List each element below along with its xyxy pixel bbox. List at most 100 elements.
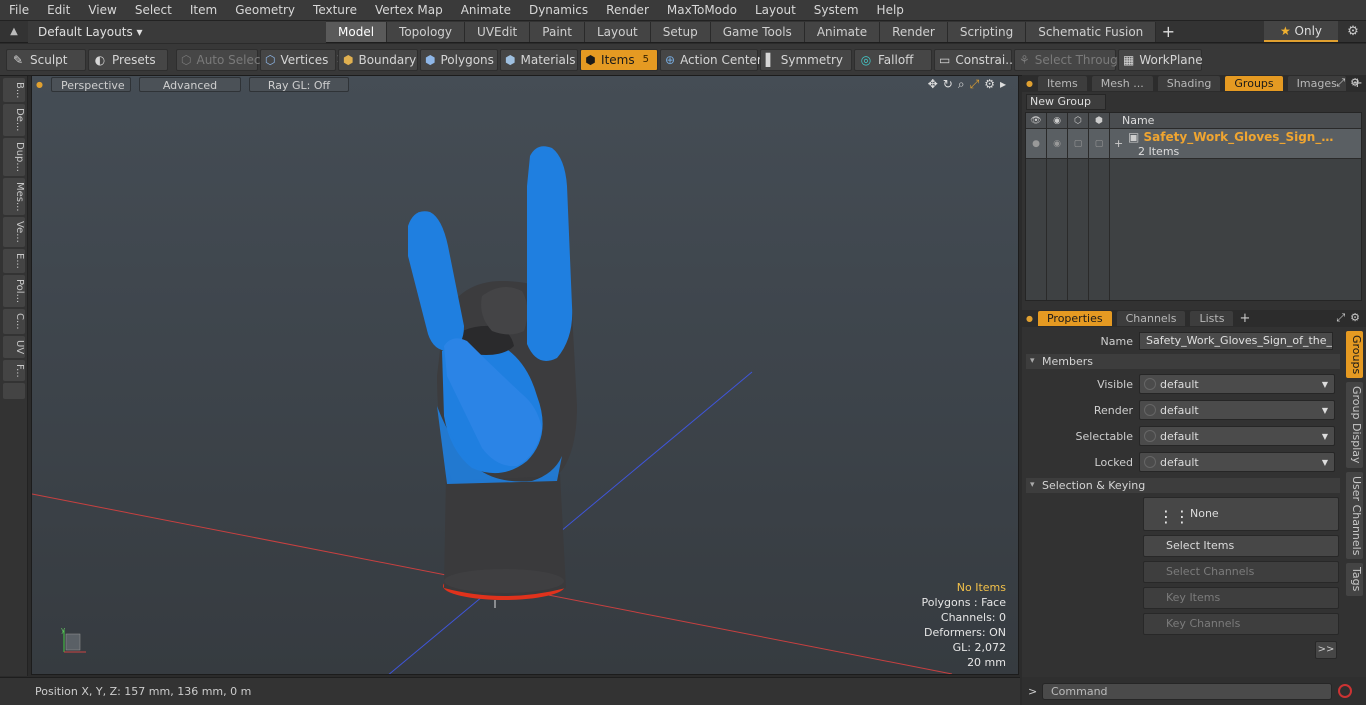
- collapse-icon[interactable]: ▲: [0, 21, 28, 43]
- tab-game-tools[interactable]: Game Tools: [710, 21, 805, 42]
- menu-animate[interactable]: Animate: [452, 0, 520, 21]
- tab-scripting[interactable]: Scripting: [947, 21, 1027, 42]
- tab-animate[interactable]: Animate: [804, 21, 881, 42]
- row-lock-toggle[interactable]: ▢: [1089, 129, 1110, 158]
- tab-render[interactable]: Render: [880, 21, 948, 42]
- tab-layout[interactable]: Layout: [584, 21, 651, 42]
- members-section[interactable]: Members: [1026, 354, 1340, 369]
- menu-select[interactable]: Select: [126, 0, 181, 21]
- left-tab-edge[interactable]: E...: [3, 249, 25, 273]
- selectable-dropdown[interactable]: default ▼: [1139, 426, 1335, 446]
- tab-mesh[interactable]: Mesh ...: [1091, 76, 1153, 91]
- viewport-settings-icon[interactable]: ⚙: [984, 77, 995, 92]
- fit-view-icon[interactable]: ⤢: [970, 77, 980, 92]
- presets-button[interactable]: ◐ Presets: [88, 48, 168, 71]
- menu-render[interactable]: Render: [597, 0, 658, 21]
- add-tab-button[interactable]: +: [1156, 22, 1180, 42]
- expand-plus-icon[interactable]: +: [1114, 137, 1123, 150]
- left-tab-curve[interactable]: C...: [3, 308, 25, 334]
- properties-settings-icon[interactable]: ⚙: [1350, 311, 1360, 325]
- viewport-expand-icon[interactable]: ▸: [1000, 77, 1006, 92]
- locked-icon[interactable]: ⬢: [1089, 113, 1110, 128]
- move-view-icon[interactable]: ✥: [928, 77, 938, 92]
- raygl-button[interactable]: Ray GL: Off: [248, 77, 349, 92]
- tab-shading[interactable]: Shading: [1157, 76, 1221, 91]
- visibility-eye-icon[interactable]: 👁: [1026, 113, 1047, 128]
- workplane-button[interactable]: ▦ WorkPlane: [1118, 48, 1203, 71]
- menu-vertex-map[interactable]: Vertex Map: [366, 0, 452, 21]
- record-icon[interactable]: [1338, 684, 1352, 698]
- left-tab-fusion[interactable]: F...: [3, 359, 25, 382]
- locked-dropdown[interactable]: default ▼: [1139, 452, 1335, 472]
- side-tab-user-channels[interactable]: User Channels: [1346, 471, 1363, 560]
- add-properties-tab-button[interactable]: +: [1239, 311, 1250, 326]
- tab-schematic-fusion[interactable]: Schematic Fusion: [1026, 21, 1157, 42]
- tab-uvedit[interactable]: UVEdit: [465, 21, 531, 42]
- row-render-icon[interactable]: ◉: [1047, 129, 1068, 158]
- select-items-button[interactable]: Select Items: [1143, 535, 1339, 557]
- left-tab-duplicate[interactable]: Dup...: [3, 137, 25, 176]
- select-through-button[interactable]: ⚘ Select Through: [1014, 48, 1125, 71]
- key-channels-button[interactable]: Key Channels: [1143, 613, 1339, 635]
- command-input[interactable]: Command: [1042, 682, 1332, 700]
- constraints-button[interactable]: ▭ Constrai...: [934, 48, 1017, 71]
- bottom-panel-menu-icon[interactable]: ●: [1026, 314, 1033, 323]
- more-button[interactable]: >>: [1315, 641, 1337, 659]
- menu-layout[interactable]: Layout: [746, 0, 805, 21]
- action-center-button[interactable]: ⊕ Action Center: [660, 48, 762, 71]
- menu-help[interactable]: Help: [868, 0, 913, 21]
- tab-items[interactable]: Items: [1037, 76, 1087, 91]
- items-button[interactable]: ⬢ Items 5: [580, 48, 658, 71]
- none-button[interactable]: ⋮⋮ None: [1143, 497, 1339, 531]
- render-icon[interactable]: ◉: [1047, 113, 1068, 128]
- top-panel-menu-icon[interactable]: ●: [1026, 79, 1033, 88]
- left-tab-uv[interactable]: UV: [3, 335, 25, 358]
- properties-expand-icon[interactable]: ⤢: [1336, 311, 1345, 325]
- vertices-button[interactable]: ⬡Vertices1: [260, 48, 343, 71]
- tab-paint[interactable]: Paint: [530, 21, 585, 42]
- new-group-button[interactable]: New Group: [1026, 94, 1106, 110]
- key-items-button[interactable]: Key Items: [1143, 587, 1339, 609]
- menu-maxtomodo[interactable]: MaxToModo: [658, 0, 746, 21]
- viewport-menu-icon[interactable]: ●: [36, 80, 43, 89]
- left-tab-polygon[interactable]: Pol...: [3, 274, 25, 307]
- name-column-header[interactable]: Name: [1110, 113, 1361, 128]
- advanced-button[interactable]: Advanced: [138, 77, 241, 92]
- perspective-button[interactable]: Perspective: [50, 77, 131, 92]
- name-field[interactable]: Safety_Work_Gloves_Sign_of_the_Hc: [1139, 332, 1333, 350]
- left-tab-deform[interactable]: De...: [3, 104, 25, 136]
- only-toggle[interactable]: ★ Only: [1264, 21, 1338, 42]
- tab-groups[interactable]: Groups: [1225, 76, 1283, 91]
- tab-lists[interactable]: Lists: [1190, 311, 1234, 326]
- falloff-button[interactable]: ◎ Falloff: [854, 48, 932, 71]
- zoom-view-icon[interactable]: ⌕: [958, 77, 965, 92]
- menu-file[interactable]: File: [0, 0, 38, 21]
- auto-select-button[interactable]: ⬡ Auto Select: [176, 48, 265, 71]
- side-tab-group-display[interactable]: Group Display: [1346, 382, 1363, 468]
- menu-geometry[interactable]: Geometry: [226, 0, 304, 21]
- menu-dynamics[interactable]: Dynamics: [520, 0, 597, 21]
- tab-topology[interactable]: Topology: [387, 21, 466, 42]
- menu-view[interactable]: View: [79, 0, 125, 21]
- panel-expand-icon[interactable]: ⤢: [1336, 76, 1345, 90]
- menu-texture[interactable]: Texture: [304, 0, 366, 21]
- tab-properties[interactable]: Properties: [1037, 311, 1112, 326]
- sculpt-button[interactable]: ✎ Sculpt: [6, 48, 86, 71]
- tab-channels[interactable]: Channels: [1116, 311, 1186, 326]
- layouts-dropdown[interactable]: Default Layouts ▾: [28, 20, 326, 43]
- visible-dropdown[interactable]: default ▼: [1139, 374, 1335, 394]
- tab-model[interactable]: Model: [326, 21, 388, 42]
- tab-setup[interactable]: Setup: [650, 21, 711, 42]
- select-channels-button[interactable]: Select Channels: [1143, 561, 1339, 583]
- menu-system[interactable]: System: [805, 0, 868, 21]
- selectable-icon[interactable]: ⬡: [1068, 113, 1089, 128]
- boundary-button[interactable]: ⬢ Boundary: [338, 48, 418, 71]
- menu-item[interactable]: Item: [181, 0, 226, 21]
- materials-button[interactable]: ⬢ Materials: [500, 48, 578, 71]
- row-eye-icon[interactable]: ●: [1026, 129, 1047, 158]
- menu-edit[interactable]: Edit: [38, 0, 79, 21]
- row-select-toggle[interactable]: ▢: [1068, 129, 1089, 158]
- 3d-viewport[interactable]: ● Perspective Advanced Ray GL: Off ✥ ↻ ⌕…: [31, 75, 1019, 675]
- side-tab-tags[interactable]: Tags: [1346, 563, 1363, 596]
- group-row[interactable]: ● ◉ ▢ ▢ + ▣ Safety_Work_Gloves_Sign_of_t…: [1026, 129, 1361, 159]
